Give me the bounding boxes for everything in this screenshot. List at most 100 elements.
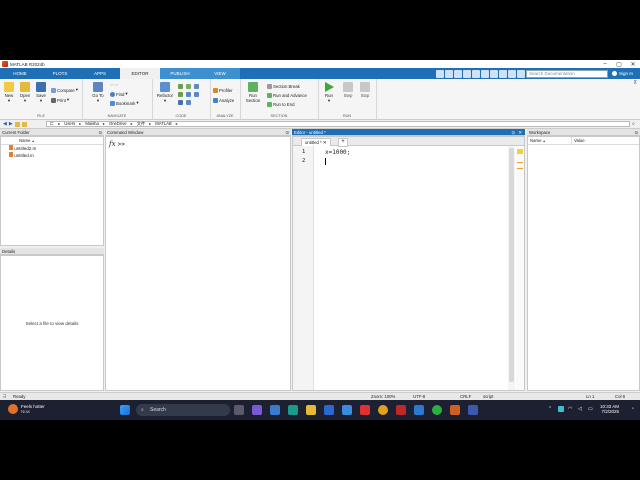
current-folder-path[interactable]: C: ▸ Users ▸ Maisha ▸ OneDrive ▸ 文件 ▸ MATLAB ▸ <box>46 121 630 127</box>
mail-icon[interactable] <box>342 405 352 415</box>
command-window-panel[interactable]: fx >> <box>105 136 291 391</box>
list-item[interactable]: untitled2.m <box>1 145 103 152</box>
whatsapp-icon[interactable] <box>432 405 442 415</box>
section-break-button[interactable]: Section Break <box>267 83 300 89</box>
matlab-taskbar-icon[interactable] <box>450 405 460 415</box>
copilot-icon[interactable] <box>252 405 262 415</box>
widgets-icon[interactable] <box>270 405 280 415</box>
forward-icon[interactable]: ▶ <box>9 121 13 127</box>
sign-in-button[interactable]: Sign In <box>612 69 633 78</box>
status-zoom[interactable]: Zoom: 100% <box>371 393 395 400</box>
stop-button[interactable]: Stop <box>357 82 373 98</box>
panel-actions-icon[interactable]: ⊙ <box>634 129 638 136</box>
run-button[interactable]: Run ▾ <box>321 82 337 103</box>
start-windows-icon[interactable] <box>120 405 130 415</box>
tab-view[interactable]: VIEW <box>200 68 240 79</box>
run-section-button[interactable]: Run Section <box>243 82 263 103</box>
go-to-button[interactable]: Go To ▾ <box>90 82 106 103</box>
code-area[interactable]: x=1000; <box>313 146 509 390</box>
list-item[interactable]: untitled.m <box>1 152 103 159</box>
collapse-ribbon-icon[interactable]: ⊼ <box>633 80 637 86</box>
path-segment[interactable]: MATLAB <box>155 121 171 126</box>
tab-plots[interactable]: PLOTS <box>40 68 80 79</box>
battery-icon[interactable]: ▭ <box>588 406 593 412</box>
chrome-icon[interactable] <box>378 405 388 415</box>
fx-icon[interactable]: fx <box>109 140 116 148</box>
path-segment[interactable]: C: <box>50 121 54 126</box>
undo-quick-icon[interactable] <box>445 69 453 78</box>
profiler-button[interactable]: Profiler <box>213 87 233 93</box>
tray-app-icon[interactable] <box>558 406 564 412</box>
run-and-advance-button[interactable]: Run and Advance <box>267 92 307 98</box>
volume-icon[interactable]: ◁ <box>578 406 582 412</box>
wifi-icon[interactable]: ◠ <box>568 406 572 412</box>
up-folder-icon[interactable] <box>14 121 20 127</box>
app-l-icon[interactable] <box>396 405 406 415</box>
path-segment[interactable]: OneDrive <box>109 121 127 126</box>
word-icon[interactable] <box>414 405 424 415</box>
redo-quick-icon[interactable] <box>454 69 462 78</box>
find-button[interactable]: Find ▾ <box>110 91 128 97</box>
workspace-name-column[interactable]: Name ▲ <box>530 137 546 145</box>
paste-quick-icon[interactable] <box>481 69 489 78</box>
editor-actions-icon[interactable]: ⊙ <box>511 129 515 136</box>
status-encoding[interactable]: UTF-8 <box>413 393 425 400</box>
notifications-quick-icon[interactable] <box>499 69 507 78</box>
settings-quick-icon[interactable] <box>508 69 516 78</box>
maximize-icon[interactable]: ▢ <box>612 60 626 68</box>
smart-indent-icon[interactable] <box>186 91 191 97</box>
compare-button[interactable]: Compare ▾ <box>51 87 78 93</box>
warning-indicator-icon[interactable] <box>517 149 523 154</box>
notifications-icon[interactable]: ◔ <box>631 406 634 412</box>
taskbar-app-icon[interactable] <box>468 405 478 415</box>
file-explorer-icon[interactable] <box>306 405 316 415</box>
open-button[interactable]: Open ▾ <box>17 82 33 103</box>
community-quick-icon[interactable] <box>517 69 525 78</box>
uncomment-icon[interactable] <box>178 91 183 97</box>
tab-apps[interactable]: APPS <box>80 68 120 79</box>
weather-icon[interactable] <box>8 404 18 414</box>
path-segment[interactable]: 文件 <box>137 121 145 126</box>
minimize-icon[interactable]: – <box>598 60 612 68</box>
tab-editor[interactable]: EDITOR <box>120 68 160 79</box>
comment-icon[interactable] <box>178 83 183 89</box>
help-quick-icon[interactable] <box>490 69 498 78</box>
increase-indent-icon[interactable] <box>194 91 199 97</box>
search-documentation-input[interactable]: Search Documentation <box>526 69 608 78</box>
run-to-end-button[interactable]: Run to End <box>267 101 295 107</box>
store-icon[interactable] <box>324 405 334 415</box>
clock[interactable]: 10:33 AM 7/2/2025 <box>600 404 619 414</box>
bookmark-button[interactable]: Bookmark ▾ <box>110 100 139 106</box>
tab-publish[interactable]: PUBLISH <box>160 68 200 79</box>
save-quick-icon[interactable] <box>436 69 444 78</box>
scrollbar-thumb[interactable] <box>509 148 514 382</box>
search-path-icon[interactable]: ⌕ <box>632 121 635 127</box>
close-icon[interactable]: ✕ <box>626 60 640 68</box>
panel-actions-icon[interactable]: ⊙ <box>285 129 289 136</box>
path-segment[interactable]: Maisha <box>85 121 99 126</box>
back-icon[interactable]: ◀ <box>3 121 7 127</box>
taskbar-search[interactable]: ⌕ Search <box>136 404 230 416</box>
indent-icon[interactable] <box>194 83 199 89</box>
folder-column-header[interactable]: Name ▲ <box>1 137 103 145</box>
warning-marker[interactable] <box>517 162 523 163</box>
browse-folder-icon[interactable] <box>21 121 27 127</box>
print-button[interactable]: Print ▾ <box>51 97 69 103</box>
decrease-indent-icon[interactable] <box>186 99 191 105</box>
workspace-value-column[interactable]: Value <box>571 137 585 144</box>
copy-quick-icon[interactable] <box>472 69 480 78</box>
tab-home[interactable]: HOME <box>0 68 40 79</box>
show-hidden-icons[interactable]: ⌃ <box>548 406 552 412</box>
fx-insert-icon[interactable] <box>178 99 183 105</box>
youtube-icon[interactable] <box>360 405 370 415</box>
analyze-button[interactable]: Analyze <box>213 97 234 103</box>
editor-close-icon[interactable]: ✕ <box>518 129 522 136</box>
step-button[interactable]: Step <box>340 82 356 98</box>
editor-scrollbar[interactable] <box>508 146 515 390</box>
save-button[interactable]: Save ▾ <box>33 82 49 103</box>
refactor-button[interactable]: Refactor ▾ <box>154 82 176 103</box>
new-button[interactable]: New ▾ <box>1 82 17 103</box>
warning-marker[interactable] <box>517 168 523 169</box>
weather-widget[interactable]: Feels hotter Now <box>21 404 45 414</box>
cut-quick-icon[interactable] <box>463 69 471 78</box>
